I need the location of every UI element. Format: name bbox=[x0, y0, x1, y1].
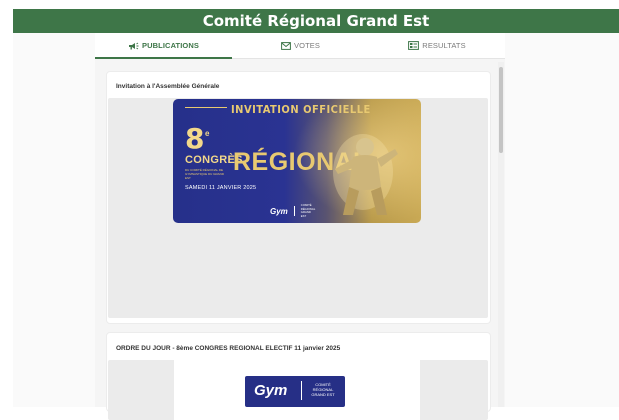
tab-votes[interactable]: VOTES bbox=[232, 33, 369, 58]
tab-resultats-label: RESULTATS bbox=[422, 41, 466, 50]
mail-icon bbox=[281, 41, 291, 50]
logo-separator bbox=[301, 381, 302, 400]
tab-bar: PUBLICATIONS VOTES RESULTATS bbox=[95, 33, 505, 59]
event-poster: INVITATION OFFICIELLE 8 e CONGRÈS RÉGION… bbox=[173, 99, 421, 223]
poster-logos: Gym COMITÉ RÉGIONAL GRAND EST bbox=[270, 203, 317, 218]
tab-votes-label: VOTES bbox=[294, 41, 320, 50]
tab-resultats[interactable]: RESULTATS bbox=[369, 33, 505, 58]
app-title: Comité Régional Grand Est bbox=[202, 12, 430, 30]
logo-gym: Gym bbox=[254, 382, 288, 399]
poster-logo-gym: Gym bbox=[270, 206, 288, 216]
left-margin bbox=[13, 33, 95, 407]
tab-publications-label: PUBLICATIONS bbox=[142, 41, 199, 50]
publication-title: ORDRE DU JOUR - 8ème CONGRES REGIONAL EL… bbox=[116, 345, 341, 352]
tab-publications[interactable]: PUBLICATIONS bbox=[95, 33, 232, 59]
app-header: Comité Régional Grand Est bbox=[13, 9, 619, 33]
poster-subtext: DU COMITÉ RÉGIONAL DE GYMNASTIQUE DU GRA… bbox=[185, 168, 225, 180]
poster-header: INVITATION OFFICIELLE bbox=[231, 103, 371, 116]
poster-rule bbox=[185, 107, 227, 108]
logo-text: COMITÉ RÉGIONAL GRAND EST bbox=[311, 382, 335, 397]
right-margin bbox=[505, 33, 619, 407]
publication-title: Invitation à l'Assemblée Générale bbox=[116, 83, 220, 90]
poster-number-sup: e bbox=[205, 129, 210, 138]
poster-date: SAMEDI 11 JANVIER 2025 bbox=[185, 185, 257, 191]
megaphone-icon bbox=[129, 42, 139, 49]
poster-logo-separator bbox=[293, 206, 295, 216]
poster-number: 8 bbox=[185, 122, 205, 155]
gymnast-figure-image bbox=[333, 134, 398, 215]
comite-regional-logo: Gym COMITÉ RÉGIONAL GRAND EST bbox=[245, 376, 345, 407]
scrollbar-thumb[interactable] bbox=[499, 67, 503, 153]
results-icon bbox=[408, 41, 420, 50]
poster-logo-text: COMITÉ RÉGIONAL GRAND EST bbox=[300, 203, 316, 218]
active-tab-indicator bbox=[95, 57, 232, 59]
